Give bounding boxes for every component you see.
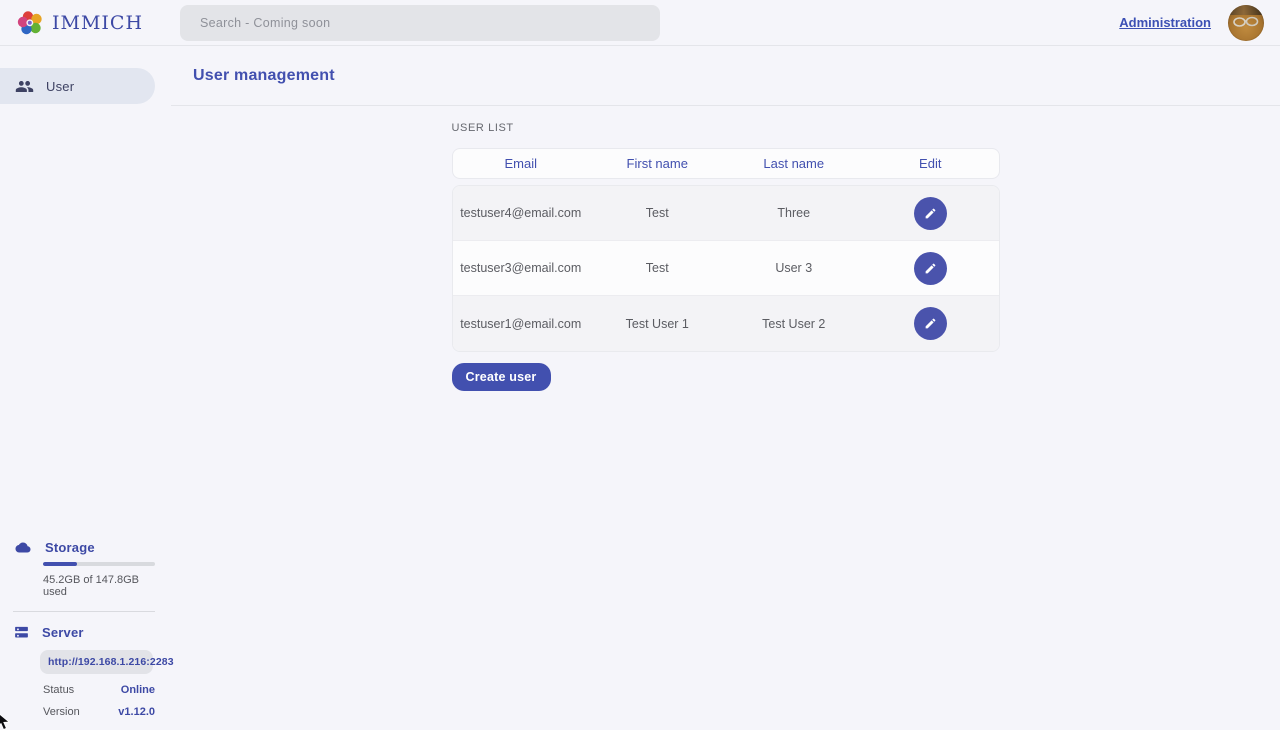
table-row: testuser4@email.comTestThree <box>453 186 999 241</box>
sidebar-divider <box>13 611 155 612</box>
topbar-right: Administration <box>1119 5 1280 41</box>
storage-title: Storage <box>45 540 95 555</box>
column-header-first-name: First name <box>589 156 726 171</box>
column-header-edit: Edit <box>862 156 999 171</box>
flower-logo-icon <box>17 9 45 37</box>
user-avatar[interactable] <box>1228 5 1264 41</box>
server-url-badge: http://192.168.1.216:2283 <box>40 650 153 674</box>
storage-progress-bar <box>43 562 155 566</box>
main-area: User management USER LIST EmailFirst nam… <box>171 46 1280 730</box>
sidebar: User Storage 45.2GB of 147.8GB used <box>0 46 171 730</box>
cell-first-name: Test <box>589 206 726 220</box>
column-header-email: Email <box>453 156 590 171</box>
top-bar: IMMICH Administration <box>0 0 1280 46</box>
status-value: Online <box>121 684 155 696</box>
sidebar-item-label: User <box>46 79 74 94</box>
server-version-row: Version v1.12.0 <box>43 706 155 718</box>
server-title: Server <box>42 625 84 640</box>
cloud-icon <box>13 540 33 555</box>
main-header: User management <box>171 46 1280 106</box>
storage-progress-fill <box>43 562 77 566</box>
glasses-icon <box>1233 16 1259 28</box>
cell-edit <box>862 197 999 230</box>
app-shell: User Storage 45.2GB of 147.8GB used <box>0 46 1280 730</box>
cell-last-name: Three <box>726 206 863 220</box>
edit-user-button[interactable] <box>914 307 947 340</box>
cell-email: testuser3@email.com <box>453 261 590 275</box>
edit-user-button[interactable] <box>914 252 947 285</box>
edit-user-button[interactable] <box>914 197 947 230</box>
pencil-icon <box>924 262 937 275</box>
cell-email: testuser4@email.com <box>453 206 590 220</box>
user-list-label: USER LIST <box>452 122 1000 134</box>
cell-first-name: Test <box>589 261 726 275</box>
version-label: Version <box>43 706 80 718</box>
cell-edit <box>862 252 999 285</box>
app-logo[interactable]: IMMICH <box>0 9 180 37</box>
administration-link[interactable]: Administration <box>1119 15 1211 30</box>
column-header-last-name: Last name <box>726 156 863 171</box>
sidebar-status-panel: Storage 45.2GB of 147.8GB used Server ht… <box>0 540 171 718</box>
table-body: testuser4@email.comTestThreetestuser3@em… <box>452 185 1000 352</box>
storage-section-header: Storage <box>0 540 171 555</box>
table-header-row: EmailFirst nameLast nameEdit <box>452 148 1000 179</box>
version-value: v1.12.0 <box>118 706 155 718</box>
status-label: Status <box>43 684 74 696</box>
storage-usage-text: 45.2GB of 147.8GB used <box>43 574 155 598</box>
cell-last-name: Test User 2 <box>726 317 863 331</box>
sidebar-item-user[interactable]: User <box>0 68 155 104</box>
cell-last-name: User 3 <box>726 261 863 275</box>
mouse-cursor <box>0 711 13 730</box>
main-content: USER LIST EmailFirst nameLast nameEdit t… <box>171 106 1280 391</box>
table-row: testuser1@email.comTest User 1Test User … <box>453 296 999 351</box>
server-section-header: Server <box>0 624 171 641</box>
table-row: testuser3@email.comTestUser 3 <box>453 241 999 296</box>
pencil-icon <box>924 207 937 220</box>
cell-edit <box>862 307 999 340</box>
app-title: IMMICH <box>52 12 143 34</box>
page-title: User management <box>193 67 335 85</box>
users-icon <box>15 77 34 96</box>
create-user-button[interactable]: Create user <box>452 363 551 391</box>
server-icon <box>13 624 30 641</box>
cell-first-name: Test User 1 <box>589 317 726 331</box>
search-input[interactable] <box>180 5 660 41</box>
cell-email: testuser1@email.com <box>453 317 590 331</box>
pencil-icon <box>924 317 937 330</box>
server-status-row: Status Online <box>43 684 155 696</box>
user-list-section: USER LIST EmailFirst nameLast nameEdit t… <box>452 122 1000 391</box>
